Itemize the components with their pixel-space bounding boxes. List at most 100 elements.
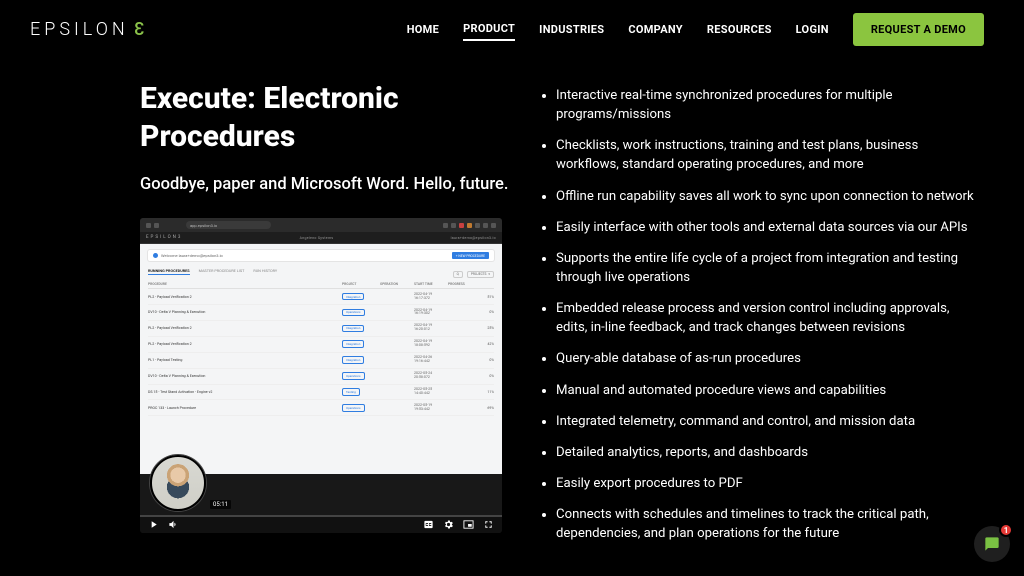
feature-item: Checklists, work instructions, training … xyxy=(540,136,984,174)
nav-login[interactable]: LOGIN xyxy=(796,19,829,40)
cell-project: Integration xyxy=(342,293,380,301)
cell-name: PL2 - Payload Verification 2 xyxy=(148,342,342,346)
table-row[interactable]: PL1 - Payload TestingIntegration2022-04-… xyxy=(148,353,494,369)
cell-pct: 0% xyxy=(478,374,494,378)
captions-icon[interactable] xyxy=(423,515,434,534)
new-procedure-button[interactable]: + NEW PROCEDURE xyxy=(452,252,489,259)
browser-chrome: app.epsilon3.io xyxy=(140,218,502,232)
cell-name: DV10 - Delta V Planning & Execution xyxy=(148,374,342,378)
primary-nav: HOME PRODUCT INDUSTRIES COMPANY RESOURCE… xyxy=(407,13,984,46)
feature-item: Integrated telemetry, command and contro… xyxy=(540,412,984,431)
presenter-avatar xyxy=(150,455,206,511)
col-start: START TIME xyxy=(414,282,448,286)
col-pct xyxy=(478,282,494,286)
col-project: PROJECT xyxy=(342,282,380,286)
brand-suffix: 3 xyxy=(130,19,144,40)
table-row[interactable]: PL2 - Payload Verification 2Integration 2… xyxy=(148,321,494,337)
fullscreen-icon[interactable] xyxy=(483,515,494,534)
table-row[interactable]: PROC 133 - Launch ProcedureOperations 202… xyxy=(148,400,494,416)
welcome-banner: Welcome laura+demo@epsilon3.io + NEW PRO… xyxy=(148,250,494,261)
ext-icon xyxy=(467,223,472,228)
video-scrubber[interactable] xyxy=(140,515,502,517)
procedure-tabs: RUNNING PROCEDURES MASTER PROCEDURE LIST… xyxy=(148,268,277,275)
ext-icon xyxy=(443,223,448,228)
info-icon xyxy=(153,253,158,258)
cell-start: 2022-04-19 16:20:012 xyxy=(414,324,448,332)
brand-logo[interactable]: EPSILON3 xyxy=(30,19,144,40)
feature-item: Embedded release process and version con… xyxy=(540,299,984,337)
tab-running[interactable]: RUNNING PROCEDURES xyxy=(148,268,190,275)
feature-list: Interactive real-time synchronized proce… xyxy=(540,86,984,543)
cell-pct: 0% xyxy=(478,310,494,314)
nav-industries[interactable]: INDUSTRIES xyxy=(539,19,604,40)
ext-icon xyxy=(483,223,488,228)
cell-project: Testing xyxy=(342,388,380,396)
cell-project: Integration xyxy=(342,356,380,364)
cell-project: Integration xyxy=(342,340,380,348)
tab-master[interactable]: MASTER PROCEDURE LIST xyxy=(199,268,245,275)
main-content: Execute: Electronic Procedures Goodbye, … xyxy=(140,80,984,576)
cell-start: 2022-05-25 14:40:442 xyxy=(414,388,448,396)
projects-filter[interactable]: PROJECTS ▾ xyxy=(467,271,494,278)
cell-project: Operations xyxy=(342,309,380,317)
cell-start: 2022-05-19 19:53:442 xyxy=(414,404,448,412)
left-column: Execute: Electronic Procedures Goodbye, … xyxy=(140,80,510,576)
cell-name: PL2 - Payload Verification 2 xyxy=(148,295,342,299)
tab-history[interactable]: RUN HISTORY xyxy=(253,268,277,275)
feature-item: Detailed analytics, reports, and dashboa… xyxy=(540,443,984,462)
search-icon[interactable]: Q xyxy=(453,271,463,278)
feature-item: Easily interface with other tools and ex… xyxy=(540,218,984,237)
table-row[interactable]: PL2 - Payload Verification 2Integration 2… xyxy=(148,337,494,353)
site-header: EPSILON3 HOME PRODUCT INDUSTRIES COMPANY… xyxy=(0,0,1024,58)
nav-home[interactable]: HOME xyxy=(407,19,439,40)
app-brand: EPSILON3 xyxy=(146,235,182,240)
browser-fwd-icon xyxy=(154,223,159,228)
volume-icon[interactable] xyxy=(168,515,179,534)
table-row[interactable]: DV10 - Delta V Planning & ExecutionOpera… xyxy=(148,305,494,321)
page-title: Execute: Electronic Procedures xyxy=(140,80,510,155)
chat-launcher[interactable]: 1 xyxy=(974,526,1010,562)
feature-item: Easily export procedures to PDF xyxy=(540,474,984,493)
app-header: EPSILON3 Angeleno Systems laura+demo@eps… xyxy=(140,232,502,244)
nav-company[interactable]: COMPANY xyxy=(628,19,683,40)
right-column: Interactive real-time synchronized proce… xyxy=(540,80,984,576)
cell-pct: 51% xyxy=(478,295,494,299)
page-subtitle: Goodbye, paper and Microsoft Word. Hello… xyxy=(140,173,510,196)
browser-back-icon xyxy=(146,223,151,228)
chat-icon xyxy=(984,536,1000,552)
app-org: Angeleno Systems xyxy=(300,236,334,240)
cell-name: PROC 133 - Launch Procedure xyxy=(148,406,342,410)
table-row[interactable]: DS 15 - Test Stand Activation - Engine v… xyxy=(148,385,494,401)
nav-product[interactable]: PRODUCT xyxy=(463,18,515,41)
cell-start: 2022-04-19 18:08:592 xyxy=(414,340,448,348)
video-controls xyxy=(140,515,502,533)
cell-pct: 11% xyxy=(478,390,494,394)
cell-start: 2022-04-19 16:17:372 xyxy=(414,293,448,301)
table-row[interactable]: DV10 - Delta V Planning & ExecutionOpera… xyxy=(148,369,494,385)
cell-project: Integration xyxy=(342,325,380,333)
cell-name: PL2 - Payload Verification 2 xyxy=(148,326,342,330)
feature-item: Manual and automated procedure views and… xyxy=(540,381,984,400)
cell-name: DS 15 - Test Stand Activation - Engine v… xyxy=(148,390,342,394)
ext-icon xyxy=(491,223,496,228)
cell-project: Operations xyxy=(342,372,380,380)
col-operation: OPERATION xyxy=(380,282,414,286)
ext-icon xyxy=(475,223,480,228)
table-header: PROCEDURE PROJECT OPERATION START TIME P… xyxy=(148,280,494,289)
feature-item: Offline run capability saves all work to… xyxy=(540,187,984,206)
play-icon[interactable] xyxy=(148,515,159,534)
pip-icon[interactable] xyxy=(463,515,474,534)
request-demo-button[interactable]: REQUEST A DEMO xyxy=(853,13,984,46)
nav-resources[interactable]: RESOURCES xyxy=(707,19,772,40)
cell-name: DV10 - Delta V Planning & Execution xyxy=(148,310,342,314)
ext-icon xyxy=(451,223,456,228)
table-row[interactable]: PL2 - Payload Verification 2Integration 2… xyxy=(148,289,494,305)
feature-item: Supports the entire life cycle of a proj… xyxy=(540,249,984,287)
app-body: Welcome laura+demo@epsilon3.io + NEW PRO… xyxy=(140,244,502,474)
settings-icon[interactable] xyxy=(443,515,454,534)
cell-project: Operations xyxy=(342,404,380,412)
product-video[interactable]: app.epsilon3.io EPSILON3 Angeleno System… xyxy=(140,218,502,533)
cell-pct: 42% xyxy=(478,342,494,346)
cell-start: 2022-04-19 16:19:302 xyxy=(414,309,448,317)
table-body: PL2 - Payload Verification 2Integration2… xyxy=(148,289,494,416)
